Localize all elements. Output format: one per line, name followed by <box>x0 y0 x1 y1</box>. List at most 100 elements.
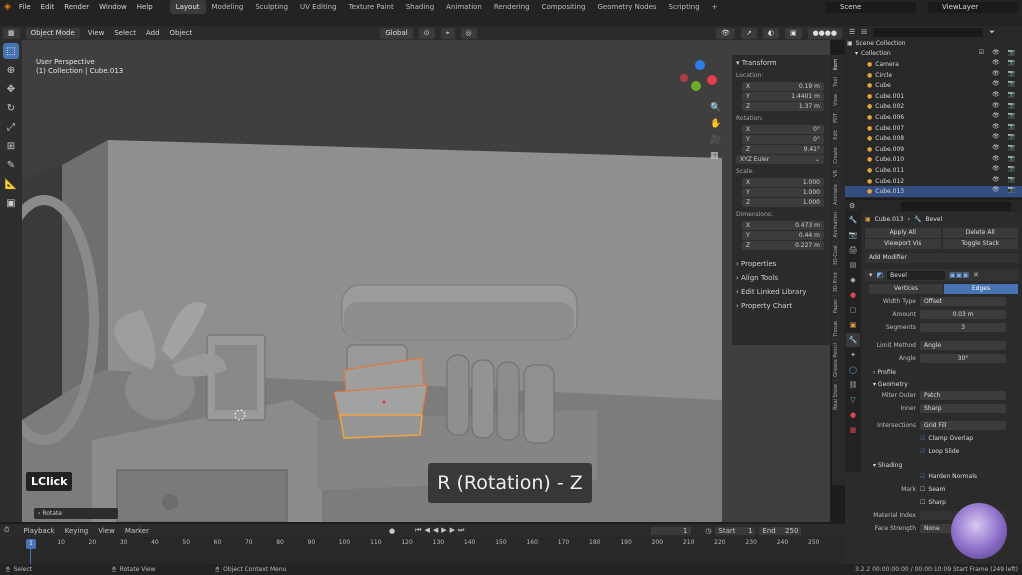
scale-icon[interactable]: ⤢ <box>3 119 19 135</box>
outliner-item[interactable]: ● Cube.002 👁 📷 <box>845 102 1022 113</box>
mark-seam-checkbox[interactable]: Mark ☐ Seam <box>865 484 1018 495</box>
tab-edges[interactable]: Edges <box>944 284 1018 294</box>
tab-tissue[interactable]: Tissue <box>832 316 840 340</box>
tab-view[interactable]: View <box>832 90 840 109</box>
orientation-select[interactable]: Global <box>380 27 413 39</box>
outliner-scene-collection[interactable]: ▣ Scene Collection <box>845 38 1022 49</box>
tab-pdt[interactable]: PDT <box>832 108 840 126</box>
rotation-mode-select[interactable]: XYZ Euler ⌄ <box>736 155 824 164</box>
add-modifier-button[interactable]: Add Modifier <box>865 253 1018 263</box>
pan-icon[interactable]: ✋ <box>710 116 721 132</box>
gizmo-icon[interactable]: ↗ <box>740 27 757 39</box>
menu-keying[interactable]: Keying <box>65 527 89 535</box>
outliner-item[interactable]: ● Cube.001 👁 📷 <box>845 91 1022 102</box>
location-x-field[interactable]: X 0.19 m <box>742 82 824 91</box>
overlay-icon[interactable]: ◐ <box>762 27 779 39</box>
xray-icon[interactable]: ▣ <box>784 27 802 39</box>
tab-tool[interactable]: Tool <box>832 73 840 91</box>
ortho-grid-icon[interactable]: ▦ <box>710 148 721 164</box>
dimensions-z-field[interactable]: Z 0.227 m <box>742 241 824 250</box>
harden-normals-checkbox[interactable]: ☑ Harden Normals <box>865 471 1018 482</box>
tab-grease-pencil[interactable]: Grease Pencil <box>832 339 840 381</box>
physics-icon[interactable]: ◯ <box>846 363 860 377</box>
move-icon[interactable]: ✥ <box>3 81 19 97</box>
expand-icon[interactable]: ▾ <box>869 271 873 279</box>
scale-x-field[interactable]: X 1.000 <box>742 178 824 187</box>
menu-object[interactable]: Object <box>165 26 198 40</box>
current-frame-field[interactable]: 1 <box>651 526 692 535</box>
menu-add[interactable]: Add <box>141 26 165 40</box>
align-tools-section[interactable]: › Align Tools <box>736 273 828 283</box>
dimensions-x-field[interactable]: X 0.473 m <box>742 221 824 230</box>
menu-render[interactable]: Render <box>59 0 94 14</box>
tool-icon[interactable]: 🔧 <box>846 213 860 227</box>
tab-shading[interactable]: Shading <box>400 0 440 14</box>
outliner-item[interactable]: ● Cube.006 👁 📷 <box>845 112 1022 123</box>
material-icon[interactable]: ● <box>846 408 860 422</box>
rotation-z-field[interactable]: Z 9.41° <box>742 145 824 154</box>
menu-view[interactable]: View <box>83 26 110 40</box>
clamp-overlap-checkbox[interactable]: ☑ Clamp Overlap <box>865 433 1018 444</box>
world-icon[interactable]: ● <box>846 288 860 302</box>
rotation-y-field[interactable]: Y 0° <box>742 135 824 144</box>
outliner-item[interactable]: ● Cube.012 👁 📷 <box>845 176 1022 187</box>
inner-field[interactable]: Inner Sharp <box>865 403 1018 414</box>
outliner-item[interactable]: ▾ Collection ☑ 👁 📷 <box>845 49 1022 60</box>
tab-geometry-nodes[interactable]: Geometry Nodes <box>592 0 663 14</box>
editor-type-icon[interactable]: ▦ <box>3 27 20 39</box>
start-field[interactable]: Start 1 <box>715 526 756 535</box>
segments-field[interactable]: Segments 3 <box>865 322 1018 333</box>
tab-create[interactable]: Create <box>832 142 840 167</box>
menu-marker[interactable]: Marker <box>125 527 149 535</box>
tab-texture-paint[interactable]: Texture Paint <box>343 0 400 14</box>
menu-edit[interactable]: Edit <box>36 0 60 14</box>
measure-icon[interactable]: 📐 <box>3 176 19 192</box>
outliner-item-selected[interactable]: ● Cube.013 👁 📷 <box>845 186 1022 197</box>
timeline-editor-icon[interactable]: ⏱ <box>4 526 9 535</box>
visibility-icon[interactable]: 👁 <box>716 27 735 39</box>
zoom-icon[interactable]: 🔍 <box>710 100 721 116</box>
tab-scripting[interactable]: Scripting <box>663 0 706 14</box>
outliner-item[interactable]: ● Cube.010 👁 📷 <box>845 155 1022 166</box>
annotate-icon[interactable]: ✎ <box>3 157 19 173</box>
tab-edit[interactable]: Edit <box>832 125 840 143</box>
add-workspace-icon[interactable]: + <box>706 0 724 14</box>
apply-all-button[interactable]: Apply All <box>865 228 941 238</box>
texture-icon[interactable]: ▦ <box>846 423 860 437</box>
location-z-field[interactable]: Z 1.37 m <box>742 102 824 111</box>
outliner-item[interactable]: ● Cube.008 👁 📷 <box>845 133 1022 144</box>
outliner-item[interactable]: ● Cube.011 👁 📷 <box>845 165 1022 176</box>
tab-compositing[interactable]: Compositing <box>536 0 592 14</box>
object-props-icon[interactable]: ▣ <box>846 318 860 332</box>
property-chart-section[interactable]: › Property Chart <box>736 301 828 311</box>
cursor-icon[interactable]: ⊕ <box>3 62 19 78</box>
outliner-search[interactable] <box>873 27 984 37</box>
scene-icon[interactable]: ◆ <box>846 273 860 287</box>
menu-window[interactable]: Window <box>94 0 132 14</box>
3d-viewport[interactable]: User Perspective (1) Collection | Cube.0… <box>22 40 830 522</box>
angle-field[interactable]: Angle 30° <box>865 353 1018 364</box>
outliner-editor-icon[interactable]: ☰ <box>849 28 855 36</box>
playhead[interactable]: 1 <box>26 539 36 549</box>
outliner-item[interactable]: ● Cube.009 👁 📷 <box>845 144 1022 155</box>
viewport-vis-button[interactable]: Viewport Vis <box>865 239 941 249</box>
clock-icon[interactable]: ◷ <box>705 527 711 535</box>
properties-section[interactable]: › Properties <box>736 259 828 269</box>
tab-uv-editing[interactable]: UV Editing <box>294 0 343 14</box>
proportional-edit-icon[interactable]: ◎ <box>460 27 477 39</box>
tab-3d-print[interactable]: 3D-Print <box>832 268 840 296</box>
location-y-field[interactable]: Y 1.4401 m <box>742 92 824 101</box>
transform-header[interactable]: ▾ Transform <box>736 58 828 68</box>
menu-playback[interactable]: Playback <box>23 527 54 535</box>
edit-linked-library-section[interactable]: › Edit Linked Library <box>736 287 828 297</box>
mark-sharp-checkbox[interactable]: ☐ Sharp <box>865 497 1018 508</box>
pivot-icon[interactable]: ⊙ <box>418 27 435 39</box>
menu-select[interactable]: Select <box>109 26 141 40</box>
shading-modes-icon[interactable]: ●●●● <box>807 27 842 39</box>
modifier-name-field[interactable]: Bevel <box>887 270 946 280</box>
tab-animate[interactable]: Animate <box>832 180 840 209</box>
select-box-icon[interactable]: ⬚ <box>3 43 19 59</box>
snap-icon[interactable]: ⌖ <box>440 27 455 39</box>
transform-icon[interactable]: ⊞ <box>3 138 19 154</box>
tab-rendering[interactable]: Rendering <box>488 0 536 14</box>
